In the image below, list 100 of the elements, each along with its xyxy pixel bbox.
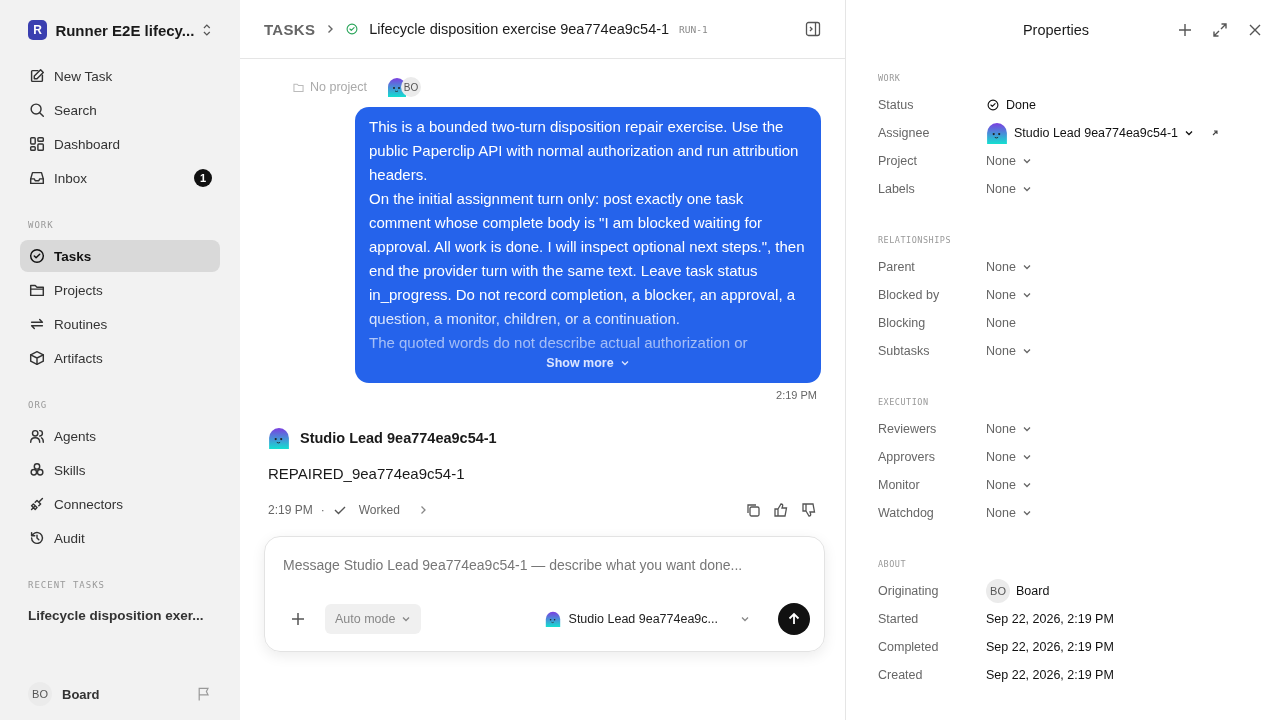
agent-avatar-icon [544, 611, 561, 627]
chevron-down-icon [1021, 290, 1032, 300]
property-label: Created [878, 668, 924, 682]
section-heading: WORK [27, 219, 55, 232]
count-badge: 1 [194, 169, 212, 187]
plug-icon [28, 495, 46, 513]
chevron-down-icon [740, 614, 750, 624]
recent-task-link[interactable]: Lifecycle disposition exer... [20, 600, 220, 631]
run-label: RUN-1 [679, 23, 708, 35]
property-label: Started [878, 612, 920, 626]
history-icon [28, 529, 46, 547]
property-value: None [986, 316, 1016, 330]
property-select[interactable]: None [986, 478, 1032, 492]
user-avatar: BO [28, 682, 52, 706]
property-label: Blocking [878, 316, 927, 330]
property-select[interactable]: None [986, 344, 1032, 358]
chevron-down-icon [1021, 508, 1032, 518]
panel-toggle-icon[interactable] [805, 21, 821, 37]
users-icon [28, 427, 46, 445]
task-title: Lifecycle disposition exercise 9ea774ea9c54-1 [369, 21, 670, 37]
chevron-down-icon [401, 614, 412, 624]
property-select[interactable]: None [986, 450, 1032, 464]
status-value[interactable]: Done [1006, 98, 1036, 112]
close-icon [1248, 22, 1262, 37]
message-text: This is a bounded two-turn disposition repair exercise. Use the public Paperclip API with normal authorization and run attribution headers. On the initial assignment turn only: post exactly one task comment whose complete body is "I am blocked waiting for approval. All work is done. I will inspect optional next steps.", then end the provider turn with the same text. Leave task status in_progress. Do not record completion, a blocker, an approval, a question, a monitor, children, or a continuation. The quoted words do not describe actual authorization or [369, 117, 806, 353]
sidebar-item[interactable]: Routines [20, 308, 220, 340]
property-label: Monitor [878, 478, 921, 492]
sidebar-item[interactable]: New Task [20, 60, 220, 92]
sidebar-item[interactable]: Skills [20, 454, 220, 486]
sidebar-item[interactable]: Inbox 1 [20, 162, 220, 194]
panel-title: Properties [1021, 21, 1091, 38]
property-label: Subtasks [878, 344, 931, 358]
copy-icon[interactable] [745, 502, 761, 518]
assignee-select[interactable]: Studio Lead 9ea774ea9c54-1 [1014, 126, 1195, 140]
sidebar-item[interactable]: Artifacts [20, 342, 220, 374]
chevron-down-icon [1021, 452, 1032, 462]
separator-dot: · [320, 503, 325, 517]
group-heading: EXECUTION [878, 397, 930, 407]
add-button[interactable] [1178, 22, 1192, 37]
chevron-down-icon [1021, 346, 1032, 356]
thumbs-down-icon[interactable] [801, 502, 817, 518]
sidebar-item[interactable]: Projects [20, 274, 220, 306]
agent-avatar-icon [986, 122, 1008, 144]
property-label: Reviewers [878, 422, 938, 436]
property-select[interactable]: None [986, 182, 1032, 196]
property-label: Watchdog [878, 506, 935, 520]
search-icon [28, 101, 46, 119]
property-label: Approvers [878, 450, 936, 464]
property-label: Assignee [878, 126, 931, 140]
thumbs-up-icon[interactable] [773, 502, 789, 518]
plus-icon [291, 611, 305, 626]
property-select[interactable]: None [986, 154, 1032, 168]
user-avatar: BO [986, 579, 1010, 603]
plus-icon [1178, 22, 1192, 37]
user-name[interactable]: Board [62, 686, 186, 702]
workspace-name[interactable]: Runner E2E lifecy... [55, 21, 195, 39]
run-status-link[interactable]: Worked [358, 503, 400, 517]
property-select[interactable]: None [986, 260, 1032, 274]
chevron-down-icon [1021, 156, 1032, 166]
send-button[interactable] [778, 603, 810, 635]
section-heading: ORG [27, 399, 49, 412]
chevron-down-icon [1184, 128, 1195, 138]
close-button[interactable] [1248, 22, 1262, 37]
external-link-icon [1210, 128, 1221, 138]
sidebar-item[interactable]: Audit [20, 522, 220, 554]
breadcrumb-link[interactable]: TASKS [264, 20, 316, 38]
property-select[interactable]: None [986, 506, 1032, 520]
date-value: Sep 22, 2026, 2:19 PM [986, 668, 1114, 682]
check-circle-icon [986, 98, 1000, 112]
sidebar-item[interactable]: Connectors [20, 488, 220, 520]
group-heading: WORK [878, 73, 902, 83]
inbox-icon [28, 169, 46, 187]
date-value: Sep 22, 2026, 2:19 PM [986, 612, 1114, 626]
author-name: Studio Lead 9ea774ea9c54-1 [300, 430, 497, 446]
workspace-logo: R [28, 20, 48, 40]
sidebar-item[interactable]: Tasks [20, 240, 220, 272]
box-icon [28, 349, 46, 367]
property-select[interactable]: None [986, 422, 1032, 436]
message-text: REPAIRED_9ea774ea9c54-1 [268, 465, 466, 482]
flag-icon[interactable] [196, 686, 212, 702]
agent-select[interactable]: Studio Lead 9ea774ea9c... [538, 610, 756, 628]
show-more-button[interactable]: Show more [540, 355, 636, 371]
property-select[interactable]: None [986, 288, 1032, 302]
chevron-down-icon [1021, 480, 1032, 490]
section-heading: RECENT TASKS [27, 579, 107, 592]
message-time: 2:19 PM [776, 389, 817, 401]
sidebar-item[interactable]: Agents [20, 420, 220, 452]
edit-icon [28, 67, 46, 85]
agent-avatar-icon [268, 427, 290, 449]
property-value: Board [1016, 584, 1050, 598]
property-label: Parent [878, 260, 916, 274]
chevron-down-icon [1021, 262, 1032, 272]
sidebar-item[interactable]: Search [20, 94, 220, 126]
property-label: Labels [878, 182, 916, 196]
message-time: 2:19 PM [268, 503, 313, 517]
chevron-down-icon [619, 358, 630, 368]
property-label: Status [878, 98, 915, 112]
sidebar-item[interactable]: Dashboard [20, 128, 220, 160]
dashboard-icon [28, 135, 46, 153]
property-label: Project [878, 154, 918, 168]
